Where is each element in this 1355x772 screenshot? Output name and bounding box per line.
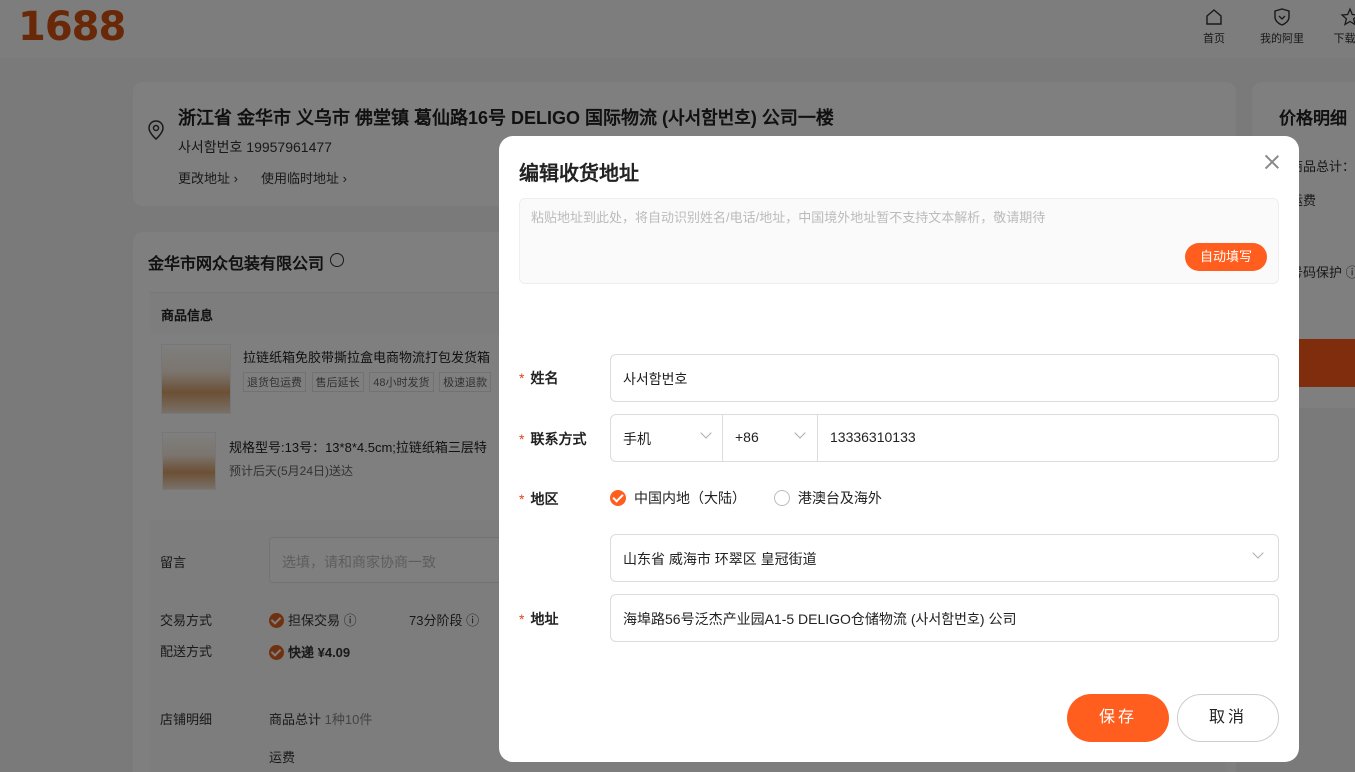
chevron-down-icon [794, 427, 806, 439]
chevron-down-icon [700, 427, 712, 439]
region-label: * 地区 [519, 489, 558, 509]
name-value: 사서함번호 [623, 371, 688, 387]
region-mainland-radio[interactable]: 中国内地（大陆） [610, 490, 746, 506]
radio-unchecked-icon [773, 490, 790, 506]
close-icon[interactable] [1262, 152, 1282, 172]
name-input[interactable]: 사서함번호 [610, 354, 1279, 402]
contact-field: 手机 +86 13336310133 [610, 414, 1279, 462]
region-overseas-radio[interactable]: 港澳台及海外 [750, 490, 882, 506]
contact-type-select[interactable]: 手机 [611, 415, 722, 461]
radio-checked-icon [610, 490, 626, 506]
required-star: * [519, 611, 525, 627]
save-button[interactable]: 保存 [1067, 694, 1169, 742]
region-mainland-label: 中国内地（大陆） [634, 490, 746, 506]
country-code-select[interactable]: +86 [723, 415, 817, 461]
contact-label: * 联系方式 [519, 429, 586, 449]
paste-placeholder: 粘贴地址到此处，将自动识别姓名/电话/地址，中国境外地址暂不支持文本解析，敬请期… [531, 210, 1046, 225]
required-star: * [519, 431, 525, 447]
region-value: 山东省 威海市 环翠区 皇冠街道 [623, 551, 817, 567]
edit-address-modal: 编辑收货地址 粘贴地址到此处，将自动识别姓名/电话/地址，中国境外地址暂不支持文… [499, 136, 1299, 762]
required-star: * [519, 370, 525, 386]
name-label-text: 姓名 [530, 370, 559, 386]
address-value: 海埠路56号泛杰产业园A1-5 DELIGO仓储物流 (사서함번호) 公司 [623, 611, 1017, 627]
address-label: * 地址 [519, 609, 558, 629]
paste-address-textarea[interactable]: 粘贴地址到此处，将自动识别姓名/电话/地址，中国境外地址暂不支持文本解析，敬请期… [519, 198, 1279, 284]
phone-value: 13336310133 [830, 429, 916, 445]
region-label-text: 地区 [530, 491, 559, 507]
region-radio-group: 中国内地（大陆） 港澳台及海外 [610, 488, 882, 508]
chevron-down-icon [1252, 547, 1264, 559]
name-label: * 姓名 [519, 368, 558, 388]
country-code-value: +86 [735, 429, 759, 445]
region-select[interactable]: 山东省 威海市 环翠区 皇冠街道 [610, 534, 1279, 582]
contact-type-value: 手机 [623, 431, 651, 447]
cancel-button[interactable]: 取消 [1177, 694, 1279, 742]
phone-input[interactable]: 13336310133 [818, 415, 1278, 461]
contact-label-text: 联系方式 [530, 431, 587, 447]
address-input[interactable]: 海埠路56号泛杰产业园A1-5 DELIGO仓储物流 (사서함번호) 公司 [610, 594, 1279, 642]
required-star: * [519, 491, 525, 507]
autofill-button[interactable]: 自动填写 [1185, 243, 1267, 271]
address-label-text: 地址 [530, 611, 559, 627]
region-overseas-label: 港澳台及海外 [797, 490, 882, 506]
modal-title: 编辑收货地址 [519, 163, 639, 185]
